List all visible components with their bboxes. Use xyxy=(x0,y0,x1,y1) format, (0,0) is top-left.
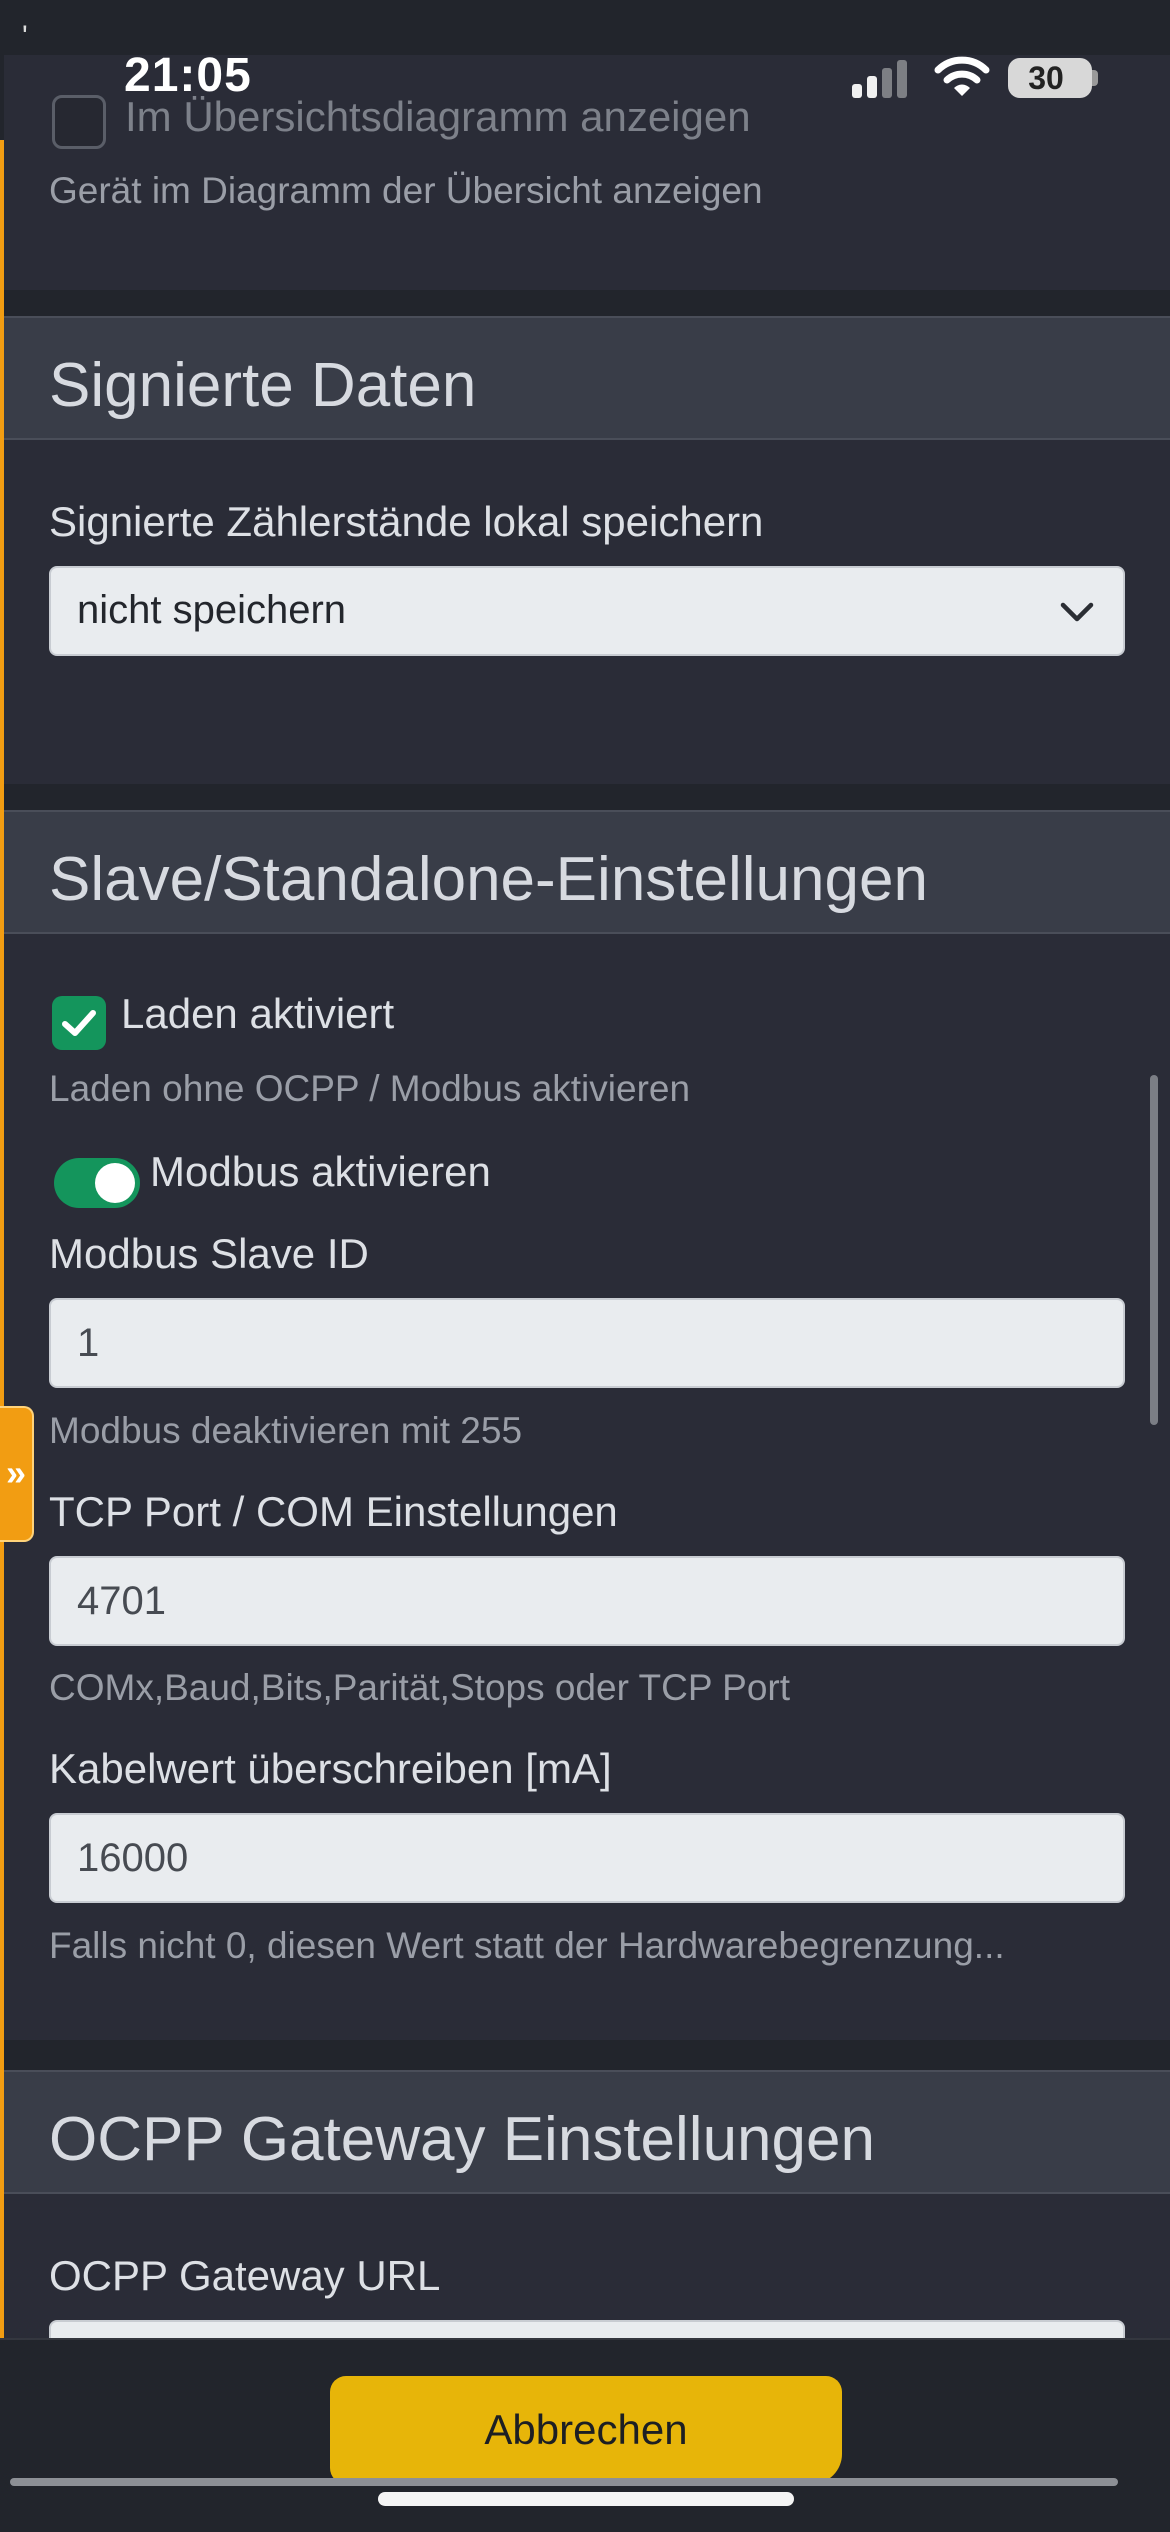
cable-limit-input[interactable] xyxy=(51,1815,1123,1901)
cellular-signal-icon xyxy=(852,60,912,98)
slave-id-field[interactable] xyxy=(49,1298,1125,1388)
battery-nub xyxy=(1092,70,1098,86)
signed-meter-select[interactable]: nicht speichern xyxy=(49,566,1125,656)
ocpp-gateway-header: OCPP Gateway Einstellungen xyxy=(4,2070,1170,2194)
slave-id-label: Modbus Slave ID xyxy=(49,1230,369,1277)
charging-enabled-label: Laden aktiviert xyxy=(121,990,395,1037)
signed-data-card: Signierte Daten Signierte Zählerstände l… xyxy=(4,316,1170,784)
home-indicator[interactable] xyxy=(378,2492,794,2506)
modbus-toggle[interactable] xyxy=(54,1158,140,1208)
status-time: 21:05 xyxy=(124,49,252,102)
cancel-button[interactable]: Abbrechen xyxy=(330,2376,842,2484)
ocpp-gateway-card: OCPP Gateway Einstellungen OCPP Gateway … xyxy=(4,2070,1170,2410)
status-tick: ' xyxy=(22,20,28,53)
ocpp-gateway-title: OCPP Gateway Einstellungen xyxy=(49,2105,875,2174)
charging-enabled-hint: Laden ohne OCPP / Modbus aktivieren xyxy=(49,1068,691,1109)
cable-limit-field[interactable] xyxy=(49,1813,1125,1903)
overview-diagram-hint: Gerät im Diagramm der Übersicht anzeigen xyxy=(49,170,763,211)
cable-limit-hint: Falls nicht 0, diesen Wert statt der Har… xyxy=(49,1925,1005,1966)
slave-settings-header: Slave/Standalone-Einstellungen xyxy=(4,810,1170,934)
cable-limit-label: Kabelwert überschreiben [mA] xyxy=(49,1745,612,1792)
slave-settings-card: Slave/Standalone-Einstellungen Laden akt… xyxy=(4,810,1170,2040)
overview-diagram-checkbox[interactable] xyxy=(52,95,106,149)
check-icon xyxy=(62,1010,96,1036)
gateway-url-label: OCPP Gateway URL xyxy=(49,2252,441,2299)
port-field[interactable] xyxy=(49,1556,1125,1646)
port-label: TCP Port / COM Einstellungen xyxy=(49,1488,618,1535)
vertical-scrollbar[interactable] xyxy=(1150,1075,1158,1425)
double-chevron-right-icon: » xyxy=(6,1452,27,1493)
wifi-icon xyxy=(934,56,990,96)
port-hint: COMx,Baud,Bits,Parität,Stops oder TCP Po… xyxy=(49,1667,790,1708)
horizontal-scrollbar[interactable] xyxy=(10,2478,1118,2486)
slave-id-hint: Modbus deaktivieren mit 255 xyxy=(49,1410,523,1451)
slave-settings-title: Slave/Standalone-Einstellungen xyxy=(49,845,928,914)
charging-enabled-checkbox[interactable] xyxy=(52,996,106,1050)
signed-data-title: Signierte Daten xyxy=(49,351,477,420)
signed-data-header: Signierte Daten xyxy=(4,316,1170,440)
chevron-down-icon xyxy=(1060,602,1094,622)
toggle-knob xyxy=(95,1163,135,1203)
port-input[interactable] xyxy=(51,1558,1123,1644)
signed-meter-selected: nicht speichern xyxy=(77,588,347,632)
battery-level: 30 xyxy=(1028,60,1064,96)
status-bar xyxy=(0,0,1170,55)
sidebar-expand-tab[interactable]: » xyxy=(0,1406,34,1542)
settings-page: ' 21:05 30 Im Übersichtsdiagramm anzeige… xyxy=(0,0,1170,2532)
battery-icon: 30 xyxy=(1008,58,1092,98)
modbus-toggle-label: Modbus aktivieren xyxy=(150,1148,491,1195)
signed-meter-label: Signierte Zählerstände lokal speichern xyxy=(49,498,764,545)
slave-id-input[interactable] xyxy=(51,1300,1123,1386)
